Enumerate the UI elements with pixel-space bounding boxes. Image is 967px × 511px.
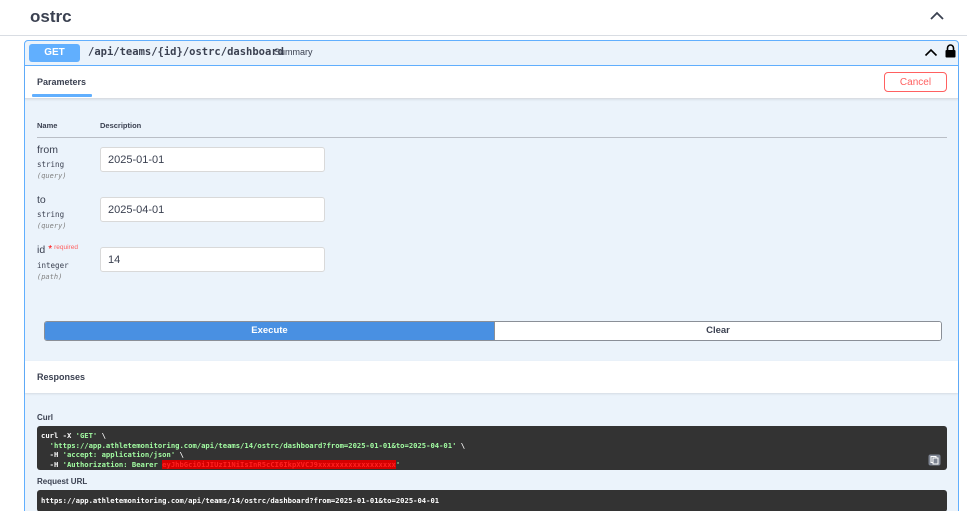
required-star: * xyxy=(48,244,53,255)
param-type-from: string xyxy=(37,160,65,169)
column-header-description: Description xyxy=(100,121,142,130)
method-badge: GET xyxy=(29,44,80,62)
tag-title: ostrc xyxy=(30,7,72,26)
curl-line3-cmd: -H xyxy=(41,450,63,459)
param-type-to: string xyxy=(37,210,65,219)
to-input[interactable] xyxy=(100,197,325,222)
operation-block: GET /api/teams/{id}/ostrc/dashboard Summ… xyxy=(24,40,959,511)
divider xyxy=(37,137,947,138)
request-url-code: https://app.athletemonitoring.com/api/te… xyxy=(37,490,947,511)
responses-title: Responses xyxy=(37,372,86,382)
curl-line1-str: 'GET' xyxy=(75,431,98,440)
lock-icon[interactable] xyxy=(945,44,956,58)
param-in-to: (query) xyxy=(37,222,67,230)
clear-button[interactable]: Clear xyxy=(494,322,941,340)
curl-line3-str: 'accept: application/json' xyxy=(62,450,176,459)
chevron-up-icon[interactable] xyxy=(929,10,945,22)
redacted-token: eyJhbGciOiJIUzI1NiIsInR5cCI6IkpXVCJ9xxxx… xyxy=(162,459,396,469)
cancel-button[interactable]: Cancel xyxy=(884,72,947,92)
execute-button-group: Execute Clear xyxy=(44,321,942,341)
parameters-header: Parameters Cancel xyxy=(25,66,958,99)
from-input[interactable] xyxy=(100,147,325,172)
responses-header: Responses xyxy=(25,361,958,393)
execute-button[interactable]: Execute xyxy=(45,322,494,340)
column-header-name: Name xyxy=(37,121,58,130)
curl-line3-end: \ xyxy=(175,450,184,459)
id-input[interactable] xyxy=(100,247,325,272)
curl-line1-cmd: curl -X xyxy=(41,431,76,440)
param-name-id-text: id xyxy=(37,244,46,256)
curl-line1-end: \ xyxy=(97,431,106,440)
operation-summary-text: Summary xyxy=(274,47,313,57)
param-name-from: from xyxy=(37,144,58,156)
curl-line4-cmd: -H xyxy=(41,459,63,469)
curl-line2-end: \ xyxy=(456,440,466,450)
operation-summary[interactable]: GET /api/teams/{id}/ostrc/dashboard Summ… xyxy=(25,41,958,66)
copy-icon[interactable] xyxy=(928,454,941,466)
request-url-label: Request URL xyxy=(37,477,88,486)
tab-parameters[interactable]: Parameters xyxy=(37,77,86,87)
curl-label: Curl xyxy=(37,413,53,422)
operation-path: /api/teams/{id}/ostrc/dashboard xyxy=(88,46,284,58)
tab-active-indicator xyxy=(32,94,92,97)
required-label: required xyxy=(54,244,78,251)
curl-code-block: curl -X 'GET' \ 'https://app.athletemoni… xyxy=(37,426,947,470)
param-in-from: (query) xyxy=(37,172,67,180)
param-name-to: to xyxy=(37,194,46,206)
chevron-up-icon[interactable] xyxy=(924,47,938,58)
param-type-id: integer xyxy=(37,261,69,270)
curl-line4-str: 'Authorization: Bearer xyxy=(62,459,163,469)
curl-line2-str: 'https://app.athletemonitoring.com/api/t… xyxy=(49,440,457,450)
param-name-id: id * required xyxy=(37,244,78,256)
tag-header[interactable]: ostrc xyxy=(0,0,967,36)
curl-line4-end: ' xyxy=(395,459,401,469)
param-in-id: (path) xyxy=(37,273,63,281)
